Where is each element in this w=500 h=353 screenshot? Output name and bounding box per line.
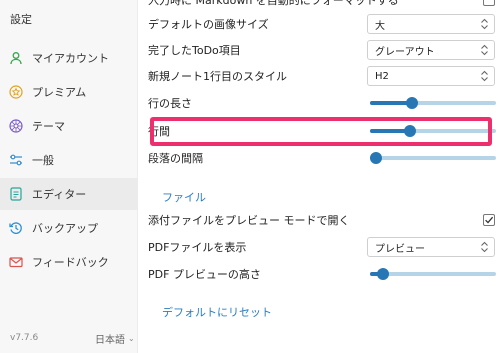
- select-arrows-icon: [481, 70, 488, 82]
- sidebar-item-label: エディター: [32, 188, 87, 201]
- setting-row-paragraph-spacing: 段落の間隔: [148, 146, 496, 170]
- select-arrows-icon: [481, 44, 488, 56]
- select-value: プレビュー: [375, 243, 425, 255]
- file-section-title: ファイル: [162, 191, 206, 204]
- language-label: 日本語: [95, 335, 125, 346]
- select-arrows-icon: [481, 241, 488, 253]
- editor-icon: [9, 187, 23, 201]
- line-length-slider[interactable]: [370, 96, 496, 110]
- setting-label: 新規ノート1行目のスタイル: [148, 70, 287, 83]
- slider-track: [370, 272, 496, 276]
- setting-row-pdf-preview-height: PDF プレビューの高さ: [148, 262, 496, 286]
- select-value: グレーアウト: [375, 46, 435, 58]
- select-value: 大: [375, 20, 385, 32]
- sidebar: 設定 マイアカウント プレミアム テーマ 一般 エディター バックアップ フィー…: [0, 0, 138, 353]
- chevron-down-icon: ⌄: [128, 334, 135, 343]
- sidebar-item-label: マイアカウント: [32, 52, 109, 65]
- setting-label: 入力時に Markdown を自動的にフォーマットする: [148, 0, 399, 7]
- pdf-preview-height-slider[interactable]: [370, 267, 496, 281]
- backup-icon: [9, 221, 23, 235]
- sidebar-item-backup[interactable]: バックアップ: [0, 212, 138, 244]
- default-image-size-select[interactable]: 大: [367, 14, 495, 34]
- first-line-style-select[interactable]: H2: [367, 66, 495, 86]
- setting-row-show-pdf: PDFファイルを表示 プレビュー: [148, 235, 495, 259]
- setting-label: デフォルトの画像サイズ: [148, 18, 269, 31]
- user-icon: [9, 51, 23, 65]
- setting-label: 完了したToDo項目: [148, 44, 241, 57]
- setting-label: PDF プレビューの高さ: [148, 268, 261, 281]
- setting-row-completed-todo: 完了したToDo項目 グレーアウト: [148, 38, 495, 62]
- sidebar-item-label: テーマ: [32, 120, 65, 133]
- sidebar-item-label: プレミアム: [32, 86, 87, 99]
- setting-row-open-attachments: 添付ファイルをプレビュー モードで開く: [148, 208, 495, 232]
- line-spacing-slider[interactable]: [370, 124, 496, 138]
- setting-label: 行の長さ: [148, 97, 192, 110]
- open-attachments-checkbox[interactable]: [483, 214, 495, 226]
- auto-format-checkbox[interactable]: [483, 0, 495, 6]
- slider-thumb[interactable]: [376, 268, 389, 280]
- sidebar-item-theme[interactable]: テーマ: [0, 110, 138, 142]
- setting-row-auto-format: 入力時に Markdown を自動的にフォーマットする: [148, 0, 495, 12]
- select-value: H2: [375, 70, 389, 82]
- mail-icon: [9, 255, 23, 269]
- editor-settings-pane: 入力時に Markdown を自動的にフォーマットする デフォルトの画像サイズ …: [138, 0, 500, 353]
- paragraph-spacing-slider[interactable]: [370, 151, 496, 165]
- setting-row-line-spacing: 行間: [148, 119, 496, 143]
- sidebar-item-label: フィードバック: [32, 256, 109, 269]
- setting-label: PDFファイルを表示: [148, 241, 247, 254]
- setting-row-line-length: 行の長さ: [148, 91, 496, 115]
- select-arrows-icon: [481, 18, 488, 30]
- slider-thumb[interactable]: [404, 125, 417, 137]
- sidebar-item-label: バックアップ: [32, 222, 98, 235]
- sidebar-title: 設定: [10, 13, 32, 26]
- sidebar-item-general[interactable]: 一般: [0, 144, 138, 176]
- setting-row-first-line-style: 新規ノート1行目のスタイル H2: [148, 64, 495, 88]
- slider-thumb[interactable]: [405, 97, 418, 109]
- sidebar-item-label: 一般: [32, 154, 54, 167]
- star-icon: [9, 85, 23, 99]
- reset-to-default-link[interactable]: デフォルトにリセット: [162, 304, 272, 320]
- sidebar-item-editor[interactable]: エディター: [0, 178, 138, 210]
- completed-todo-select[interactable]: グレーアウト: [367, 40, 495, 60]
- sidebar-item-feedback[interactable]: フィードバック: [0, 246, 138, 278]
- sidebar-item-premium[interactable]: プレミアム: [0, 76, 138, 108]
- setting-label: 段落の間隔: [148, 152, 203, 165]
- palette-icon: [9, 119, 23, 133]
- setting-row-default-image-size: デフォルトの画像サイズ 大: [148, 12, 495, 36]
- sidebar-item-my-account[interactable]: マイアカウント: [0, 42, 138, 74]
- setting-label: 行間: [148, 125, 170, 138]
- version-label: v7.7.6: [10, 333, 39, 343]
- slider-track: [370, 156, 496, 160]
- slider-thumb[interactable]: [370, 152, 382, 164]
- show-pdf-select[interactable]: プレビュー: [367, 237, 495, 257]
- language-selector[interactable]: 日本語 ⌄: [95, 331, 135, 346]
- sliders-icon: [9, 153, 23, 167]
- setting-label: 添付ファイルをプレビュー モードで開く: [148, 214, 350, 227]
